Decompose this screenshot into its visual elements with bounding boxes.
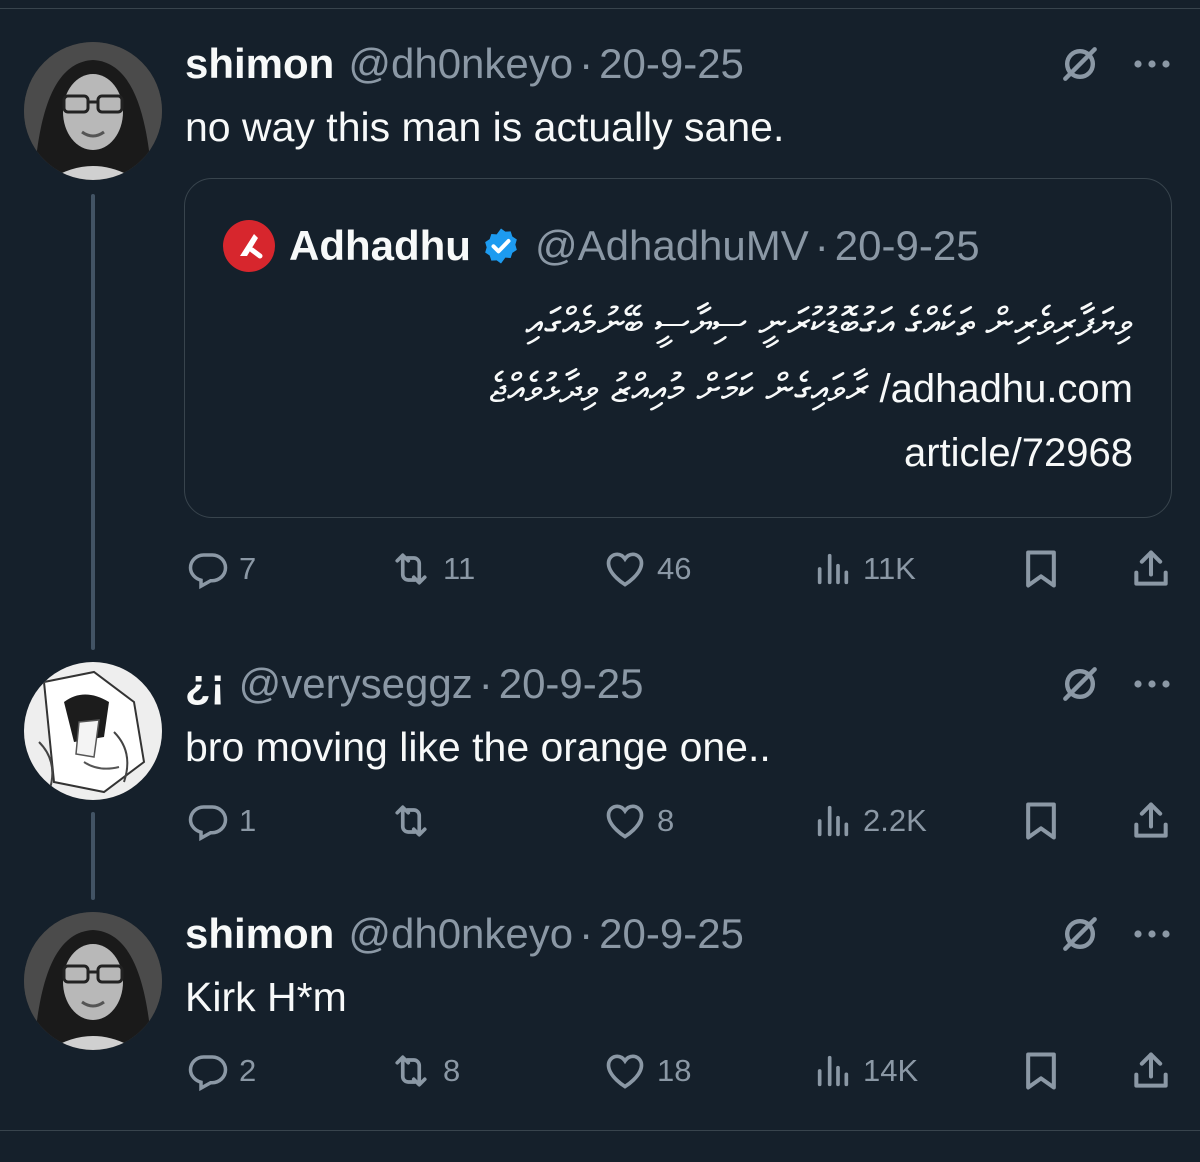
like-button[interactable]: 18 <box>603 1046 691 1096</box>
views-count: 14K <box>863 1053 919 1088</box>
like-button[interactable]: 8 <box>603 796 674 846</box>
reply-button[interactable]: 2 <box>187 1046 256 1096</box>
bookmark-button[interactable] <box>1019 544 1063 594</box>
display-name[interactable]: ¿¡ <box>185 660 225 708</box>
reply-count: 1 <box>239 803 257 838</box>
tweet-header: shimon @dh0nkeyo · 20-9-25 <box>185 910 744 958</box>
quote-header: Adhadhu @AdhadhuMV · 20-9-25 <box>223 220 980 272</box>
bookmark-button[interactable] <box>1019 1046 1063 1096</box>
verified-icon <box>485 228 517 264</box>
repost-button[interactable]: 8 <box>389 1046 460 1096</box>
user-handle[interactable]: @dh0nkeyo <box>348 910 573 958</box>
quote-display-name: Adhadhu <box>289 222 471 269</box>
separator-dot: · <box>478 660 493 707</box>
share-button[interactable] <box>1129 1046 1173 1096</box>
timestamp[interactable]: 20-9-25 <box>599 40 744 88</box>
views-button[interactable]: 11K <box>813 544 916 594</box>
grok-icon[interactable] <box>1058 42 1102 86</box>
reply-count: 7 <box>239 551 257 586</box>
avatar[interactable] <box>24 662 162 800</box>
timestamp[interactable]: 20-9-25 <box>599 910 744 958</box>
separator-dot: · <box>579 40 594 87</box>
like-count: 8 <box>657 803 675 838</box>
views-count: 2.2K <box>863 803 927 838</box>
separator-dot: · <box>579 910 594 957</box>
thread-line <box>91 812 95 900</box>
timestamp[interactable]: 20-9-25 <box>499 660 644 708</box>
share-button[interactable] <box>1129 544 1173 594</box>
bottom-divider <box>0 1130 1200 1131</box>
adhadhu-logo[interactable] <box>223 220 275 272</box>
repost-count: 11 <box>443 551 476 586</box>
reply-count: 2 <box>239 1053 257 1088</box>
quoted-tweet[interactable]: Adhadhu @AdhadhuMV · 20-9-25 ވިޔަފާރިވެރ… <box>184 178 1172 518</box>
more-icon[interactable] <box>1130 54 1174 74</box>
repost-button[interactable] <box>389 796 443 846</box>
views-button[interactable]: 2.2K <box>813 796 927 846</box>
display-name[interactable]: shimon <box>185 910 334 958</box>
like-count: 46 <box>657 551 692 586</box>
views-button[interactable]: 14K <box>813 1046 918 1096</box>
tweet-header: ¿¡ @veryseggz · 20-9-25 <box>185 660 643 708</box>
display-name[interactable]: shimon <box>185 40 334 88</box>
thread-line <box>91 194 95 650</box>
top-divider <box>0 8 1200 9</box>
grok-icon[interactable] <box>1058 662 1102 706</box>
like-count: 18 <box>657 1053 692 1088</box>
quote-text-line: ވިޔަފާރިވެރިން ތަކެއްގެ އަގުބޮޑުކުރަނީ ސ… <box>525 301 1133 345</box>
views-count: 11K <box>863 551 916 586</box>
repost-button[interactable]: 11 <box>389 544 475 594</box>
like-button[interactable]: 46 <box>603 544 691 594</box>
quote-link[interactable]: article/72968 <box>904 431 1133 476</box>
quote-text-line: adhadhu.com/ ރާވައިގެން ކަމަށް މުއިއްޒު … <box>489 367 1133 411</box>
quote-timestamp: 20-9-25 <box>834 222 980 269</box>
bookmark-button[interactable] <box>1019 796 1063 846</box>
user-handle[interactable]: @veryseggz <box>239 660 473 708</box>
tweet-actions: 2 8 18 14K <box>185 1046 1175 1096</box>
reply-button[interactable]: 1 <box>187 796 256 846</box>
tweet-text: bro moving like the orange one.. <box>185 724 771 770</box>
reply-button[interactable]: 7 <box>187 544 256 594</box>
more-icon[interactable] <box>1130 674 1174 694</box>
share-button[interactable] <box>1129 796 1173 846</box>
tweet-actions: 1 8 2.2K <box>185 796 1175 846</box>
quote-handle: @AdhadhuMV <box>534 222 809 269</box>
user-handle[interactable]: @dh0nkeyo <box>348 40 573 88</box>
tweet-actions: 7 11 46 11K <box>185 544 1175 594</box>
separator-dot: · <box>814 222 829 269</box>
avatar[interactable] <box>24 912 162 1050</box>
repost-count: 8 <box>443 1053 461 1088</box>
more-icon[interactable] <box>1130 924 1174 944</box>
tweet-text: Kirk H*m <box>185 974 347 1020</box>
tweet-header: shimon @dh0nkeyo · 20-9-25 <box>185 40 744 88</box>
grok-icon[interactable] <box>1058 912 1102 956</box>
avatar[interactable] <box>24 42 162 180</box>
tweet-text: no way this man is actually sane. <box>185 104 785 150</box>
